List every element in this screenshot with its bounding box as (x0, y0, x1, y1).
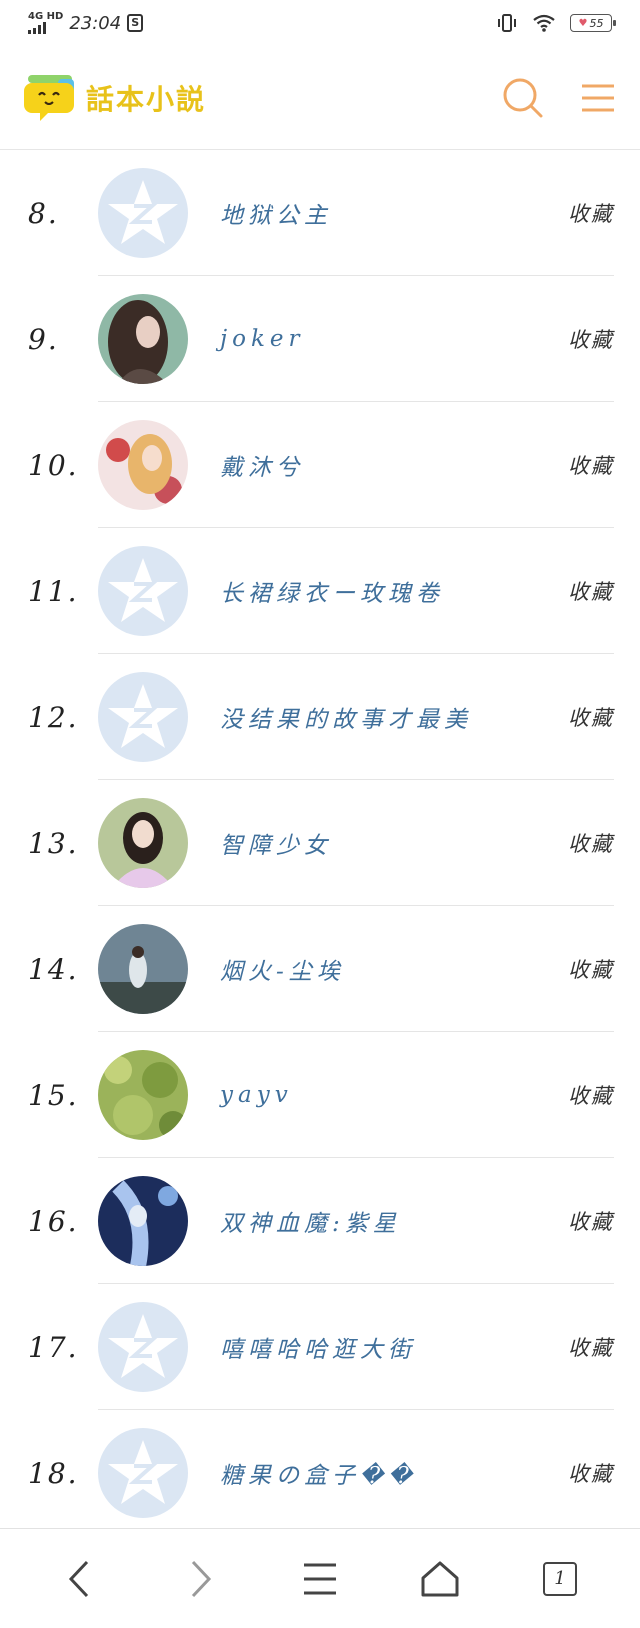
collect-button[interactable]: 收藏 (568, 702, 614, 732)
collect-button[interactable]: 收藏 (568, 1458, 614, 1488)
default-avatar[interactable] (98, 1428, 188, 1518)
home-button[interactable] (400, 1539, 480, 1619)
search-icon[interactable] (502, 77, 544, 119)
user-avatar[interactable] (98, 294, 188, 384)
rank-number: 16. (28, 1204, 79, 1238)
default-avatar[interactable] (98, 1302, 188, 1392)
rank-number: 10. (28, 448, 79, 482)
user-avatar[interactable] (98, 1050, 188, 1140)
book-title[interactable]: 没结果的故事才最美 (220, 700, 568, 734)
rank-number: 14. (28, 952, 79, 986)
network-indicator: 4G HD (28, 12, 63, 34)
rank-number: 8. (28, 196, 59, 230)
collect-button[interactable]: 收藏 (568, 576, 614, 606)
status-left: 4G HD 23:04 S (28, 12, 144, 34)
rank-number: 15. (28, 1078, 79, 1112)
collect-button[interactable]: 收藏 (568, 1206, 614, 1236)
book-title[interactable]: 双神血魔:紫星 (220, 1204, 568, 1238)
rank-number: 17. (28, 1330, 79, 1364)
list-item[interactable]: 8. 地狱公主 收藏 (0, 150, 640, 276)
app-name: 話本小説 (86, 82, 207, 116)
wifi-icon (533, 14, 555, 32)
list-item[interactable]: 12. 没结果的故事才最美 收藏 (0, 654, 640, 780)
sim-badge-icon: S (127, 14, 144, 32)
rank-number: 9. (28, 322, 59, 356)
collect-button[interactable]: 收藏 (568, 954, 614, 984)
default-avatar[interactable] (98, 168, 188, 258)
list-item[interactable]: 9. joker 收藏 (0, 276, 640, 402)
status-bar: 4G HD 23:04 S ♥ 55 (0, 0, 640, 46)
user-avatar[interactable] (98, 420, 188, 510)
clock: 23:04 (69, 12, 122, 34)
book-title[interactable]: yayv (220, 1082, 568, 1108)
book-title[interactable]: joker (220, 326, 568, 352)
default-avatar[interactable] (98, 546, 188, 636)
list-item[interactable]: 14. 烟火-尘埃 收藏 (0, 906, 640, 1032)
rank-list: 8. 地狱公主 收藏 9. joker 收藏 10. 戴沐兮 收藏 11. 长裙… (0, 150, 640, 1536)
collect-button[interactable]: 收藏 (568, 828, 614, 858)
back-button[interactable] (40, 1539, 120, 1619)
collect-button[interactable]: 收藏 (568, 450, 614, 480)
book-title[interactable]: 糖果の盒子�� (220, 1456, 568, 1490)
vibrate-icon (498, 14, 516, 32)
app-logo[interactable]: 話本小説 (24, 74, 207, 121)
back-arrow-icon (68, 1560, 89, 1597)
rank-number: 12. (28, 700, 79, 734)
forward-arrow-icon (191, 1560, 212, 1597)
book-title[interactable]: 嘻嘻哈哈逛大街 (220, 1330, 568, 1364)
book-title[interactable]: 戴沐兮 (220, 448, 568, 482)
list-item[interactable]: 18. 糖果の盒子�� 收藏 (0, 1410, 640, 1536)
collect-button[interactable]: 收藏 (568, 1080, 614, 1110)
book-title[interactable]: 地狱公主 (220, 196, 568, 230)
signal-icon (28, 22, 63, 34)
book-title[interactable]: 烟火-尘埃 (220, 952, 568, 986)
list-item[interactable]: 13. 智障少女 收藏 (0, 780, 640, 906)
list-item[interactable]: 11. 长裙绿衣ー玫瑰卷 收藏 (0, 528, 640, 654)
user-avatar[interactable] (98, 798, 188, 888)
rank-number: 11. (28, 574, 79, 608)
user-avatar[interactable] (98, 1176, 188, 1266)
heart-icon: ♥ (578, 17, 588, 29)
menu-button[interactable] (280, 1539, 360, 1619)
tabs-button[interactable]: 1 (520, 1539, 600, 1619)
battery-level: 55 (589, 16, 604, 30)
collect-button[interactable]: 收藏 (568, 1332, 614, 1362)
list-item[interactable]: 15. yayv 收藏 (0, 1032, 640, 1158)
tab-count: 1 (543, 1561, 577, 1596)
book-title[interactable]: 智障少女 (220, 826, 568, 860)
user-avatar[interactable] (98, 924, 188, 1014)
speech-bubble-logo-icon (24, 74, 78, 121)
menu-icon (304, 1563, 336, 1594)
battery-icon: ♥ 55 (570, 14, 616, 32)
rank-number: 13. (28, 826, 79, 860)
rank-number: 18. (28, 1456, 79, 1490)
bottom-nav: 1 (0, 1528, 640, 1628)
list-item[interactable]: 10. 戴沐兮 收藏 (0, 402, 640, 528)
network-label: 4G HD (28, 11, 64, 22)
app-header: 話本小説 (0, 46, 640, 150)
forward-button[interactable] (160, 1539, 240, 1619)
collect-button[interactable]: 收藏 (568, 324, 614, 354)
status-right: ♥ 55 (496, 13, 616, 33)
home-icon (421, 1561, 459, 1596)
collect-button[interactable]: 收藏 (568, 198, 614, 228)
list-item[interactable]: 17. 嘻嘻哈哈逛大街 收藏 (0, 1284, 640, 1410)
default-avatar[interactable] (98, 672, 188, 762)
hamburger-menu-icon[interactable] (580, 82, 616, 114)
book-title[interactable]: 长裙绿衣ー玫瑰卷 (220, 574, 568, 608)
header-actions (502, 77, 616, 119)
list-item[interactable]: 16. 双神血魔:紫星 收藏 (0, 1158, 640, 1284)
